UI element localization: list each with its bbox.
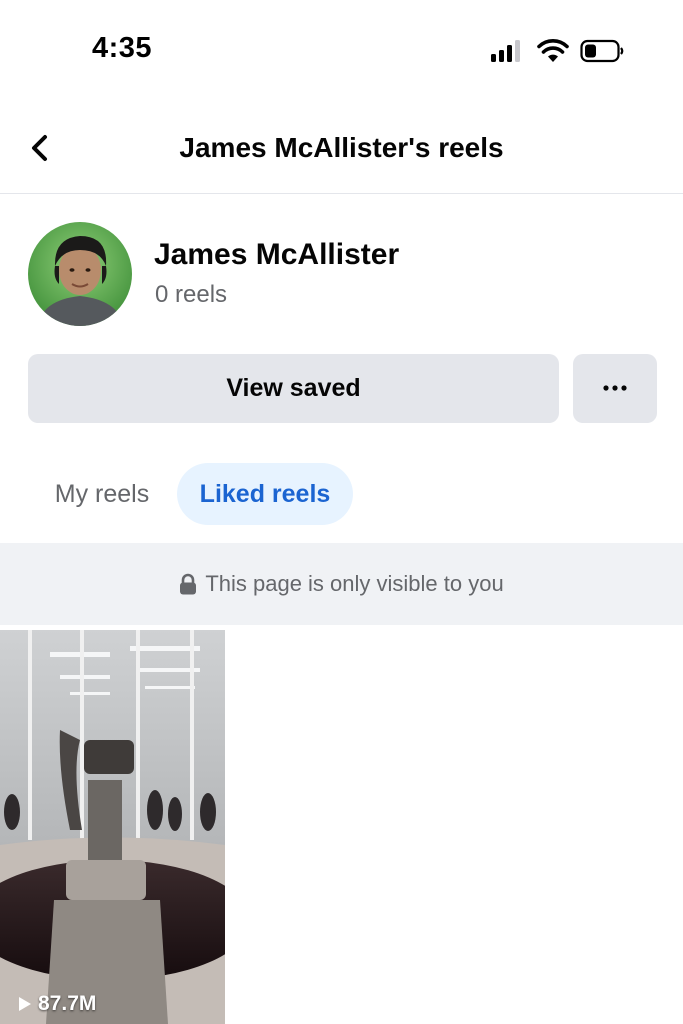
status-time: 4:35 bbox=[92, 32, 153, 64]
reel-views-text: 87.7M bbox=[38, 992, 97, 1015]
reel-thumbnail[interactable]: 87.7M bbox=[0, 630, 225, 1024]
battery-icon bbox=[580, 39, 624, 63]
profile-name[interactable]: James McAllister bbox=[154, 238, 399, 272]
avatar[interactable] bbox=[28, 222, 132, 326]
reel-preview-image bbox=[0, 630, 225, 1024]
signal-icon bbox=[491, 40, 523, 62]
more-options-button[interactable] bbox=[573, 354, 657, 423]
reel-view-count: 87.7M bbox=[18, 992, 96, 1016]
privacy-text: This page is only visible to you bbox=[205, 571, 504, 596]
profile-photo bbox=[28, 222, 132, 326]
lock-icon bbox=[180, 573, 197, 595]
view-saved-button[interactable]: View saved bbox=[28, 354, 559, 423]
reel-count: 0 reels bbox=[155, 281, 228, 308]
privacy-banner: This page is only visible to you bbox=[0, 543, 683, 625]
top-nav-header: James McAllister's reels bbox=[0, 100, 683, 194]
play-icon bbox=[19, 997, 31, 1011]
wifi-icon bbox=[537, 39, 569, 62]
more-dots-icon bbox=[603, 385, 627, 391]
page-title: James McAllister's reels bbox=[179, 132, 504, 163]
status-bar: 4:35 bbox=[0, 0, 683, 100]
tab-liked-reels[interactable]: Liked reels bbox=[177, 463, 353, 525]
reels-page: 4:35 James McAllister's reels James McAl… bbox=[0, 0, 683, 1024]
tab-my-reels[interactable]: My reels bbox=[30, 463, 174, 525]
